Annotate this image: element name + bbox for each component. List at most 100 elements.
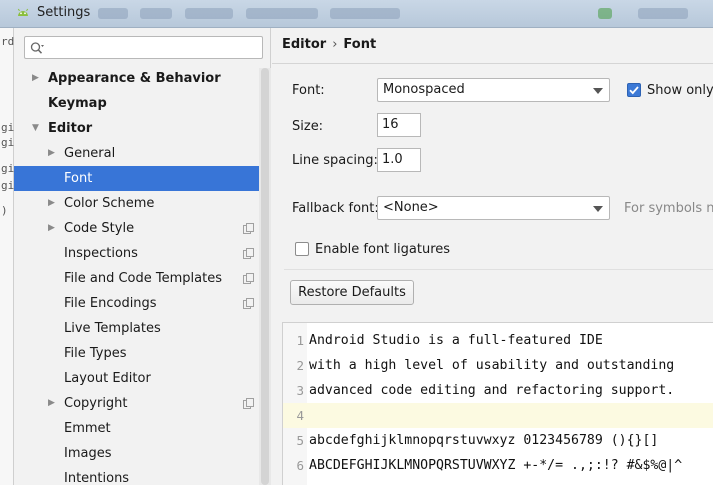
title-bar: Settings xyxy=(0,0,713,28)
fallback-font-dropdown[interactable]: <None> xyxy=(377,196,610,220)
sidebar-item[interactable]: Inspections xyxy=(14,241,259,266)
project-settings-icon xyxy=(243,223,254,234)
size-label: Size: xyxy=(292,119,324,134)
restore-defaults-button[interactable]: Restore Defaults xyxy=(290,280,414,305)
sidebar-item[interactable]: ▶ Copyright xyxy=(14,391,259,416)
sidebar-item-label: Code Style xyxy=(64,221,135,236)
preview-line: 2 with a high level of usability and outs… xyxy=(283,353,713,378)
sidebar-item-label: Copyright xyxy=(64,396,128,411)
breadcrumb-current: Font xyxy=(343,37,377,52)
preview-line: 4 xyxy=(283,403,713,428)
expand-right-icon[interactable]: ▶ xyxy=(48,216,58,241)
sidebar-item[interactable]: File and Code Templates xyxy=(14,266,259,291)
sidebar-item-label: File Types xyxy=(64,346,127,361)
background-text: gi xyxy=(1,136,15,149)
background-text: gi xyxy=(1,121,15,134)
sidebar-item-label: File Encodings xyxy=(64,296,157,311)
sidebar-item[interactable]: ▶ Color Scheme xyxy=(14,191,259,216)
section-divider xyxy=(284,269,713,270)
sidebar-item-label: Emmet xyxy=(64,421,111,436)
project-settings-icon xyxy=(243,248,254,259)
sidebar-item-label: Editor xyxy=(48,121,93,136)
expand-down-icon[interactable]: ▼ xyxy=(32,116,42,141)
show-only-monospaced-checkbox[interactable] xyxy=(627,83,641,97)
sidebar-item[interactable]: Intentions xyxy=(14,466,259,485)
tree-scrollbar-thumb[interactable] xyxy=(261,68,269,485)
preview-line: 3 advanced code editing and refactoring s… xyxy=(283,378,713,403)
sidebar-item[interactable]: Live Templates xyxy=(14,316,259,341)
sidebar-item[interactable]: Layout Editor xyxy=(14,366,259,391)
background-toolbar-item xyxy=(140,8,172,19)
sidebar-item[interactable]: ▼ Editor xyxy=(14,116,259,141)
sidebar-item-label: Font xyxy=(64,171,93,186)
sidebar-item-label: Intentions xyxy=(64,471,130,485)
project-settings-icon xyxy=(243,298,254,309)
fallback-font-value: <None> xyxy=(383,200,439,215)
line-number: 5 xyxy=(296,433,304,448)
sidebar-item[interactable]: Keymap xyxy=(14,91,259,116)
sidebar-item[interactable]: Emmet xyxy=(14,416,259,441)
preview-line-text: ABCDEFGHIJKLMNOPQRSTUVWXYZ +-*/= .,;:!? … xyxy=(309,458,683,473)
sidebar-item[interactable]: ▶ Code Style xyxy=(14,216,259,241)
font-settings-panel: Editor › Font Font: Monospaced Show only m… xyxy=(272,28,713,485)
background-toolbar-item xyxy=(246,8,318,19)
sidebar-item-label: Images xyxy=(64,446,112,461)
sidebar-item-label: General xyxy=(64,146,116,161)
enable-ligatures-checkbox[interactable] xyxy=(295,242,309,256)
preview-line: 5 abcdefghijklmnopqrstuvwxyz 0123456789 (… xyxy=(283,428,713,453)
sidebar-item[interactable]: ▶ Appearance & Behavior xyxy=(14,66,259,91)
preview-line-text: abcdefghijklmnopqrstuvwxyz 0123456789 ()… xyxy=(309,433,659,448)
search-icon xyxy=(30,42,44,54)
font-dropdown[interactable]: Monospaced xyxy=(377,78,610,102)
expand-right-icon[interactable]: ▶ xyxy=(32,66,42,91)
header-divider xyxy=(272,63,713,64)
background-editor-edge: rd gi gi gi gi ) xyxy=(0,28,14,485)
project-settings-icon xyxy=(243,273,254,284)
background-text: ) xyxy=(1,204,8,217)
project-settings-icon xyxy=(243,398,254,409)
show-only-monospaced-label: Show only m xyxy=(647,83,713,98)
sidebar-item[interactable]: Images xyxy=(14,441,259,466)
background-toolbar-item xyxy=(330,8,400,19)
breadcrumb-separator: › xyxy=(332,37,338,52)
expand-right-icon[interactable]: ▶ xyxy=(48,141,58,166)
line-number: 1 xyxy=(296,333,304,348)
background-text: gi xyxy=(1,162,15,175)
background-toolbar-item xyxy=(185,8,233,19)
line-number: 7 xyxy=(283,478,304,485)
preview-line-text: with a high level of usability and outst… xyxy=(309,358,675,373)
enable-ligatures-label: Enable font ligatures xyxy=(315,242,451,257)
font-label: Font: xyxy=(292,83,325,98)
window-title: Settings xyxy=(37,5,91,20)
sidebar-item[interactable]: ▶ General xyxy=(14,141,259,166)
background-toolbar-item xyxy=(638,8,688,19)
background-toolbar-item xyxy=(598,8,612,19)
breadcrumb-parent: Editor xyxy=(282,37,327,52)
sidebar-item[interactable]: File Encodings xyxy=(14,291,259,316)
android-icon xyxy=(17,8,29,16)
size-input[interactable]: 16 xyxy=(377,113,421,137)
sidebar-item-label: Inspections xyxy=(64,246,138,261)
fallback-font-hint: For symbols no xyxy=(624,201,713,216)
sidebar-item-label: Appearance & Behavior xyxy=(48,71,221,86)
fallback-font-label: Fallback font: xyxy=(292,201,379,216)
sidebar-item[interactable]: Font xyxy=(14,166,259,191)
background-text: gi xyxy=(1,179,15,192)
sidebar-item-label: Color Scheme xyxy=(64,196,155,211)
settings-tree-panel: ▶ Appearance & Behavior Keymap ▼ Editor ▶ Gene… xyxy=(14,28,271,485)
breadcrumb: Editor › Font xyxy=(282,37,376,52)
preview-line-text: advanced code editing and refactoring su… xyxy=(309,383,675,398)
line-number: 3 xyxy=(296,383,304,398)
line-spacing-input[interactable]: 1.0 xyxy=(377,148,421,172)
preview-line: 7 xyxy=(283,478,713,485)
sidebar-item[interactable]: File Types xyxy=(14,341,259,366)
font-preview-editor[interactable]: 1 Android Studio is a full-featured IDE 2 w… xyxy=(282,322,713,485)
preview-line: 6 ABCDEFGHIJKLMNOPQRSTUVWXYZ +-*/= .,;:!?… xyxy=(283,453,713,478)
preview-line-text: Android Studio is a full-featured IDE xyxy=(309,333,603,348)
preview-line: 1 Android Studio is a full-featured IDE xyxy=(283,328,713,353)
expand-right-icon[interactable]: ▶ xyxy=(48,391,58,416)
settings-window: Settings rd gi gi gi gi ) ▶ Appearance & … xyxy=(0,0,713,485)
expand-right-icon[interactable]: ▶ xyxy=(48,191,58,216)
checkmark-icon xyxy=(629,86,639,95)
settings-search-input[interactable] xyxy=(24,36,263,59)
